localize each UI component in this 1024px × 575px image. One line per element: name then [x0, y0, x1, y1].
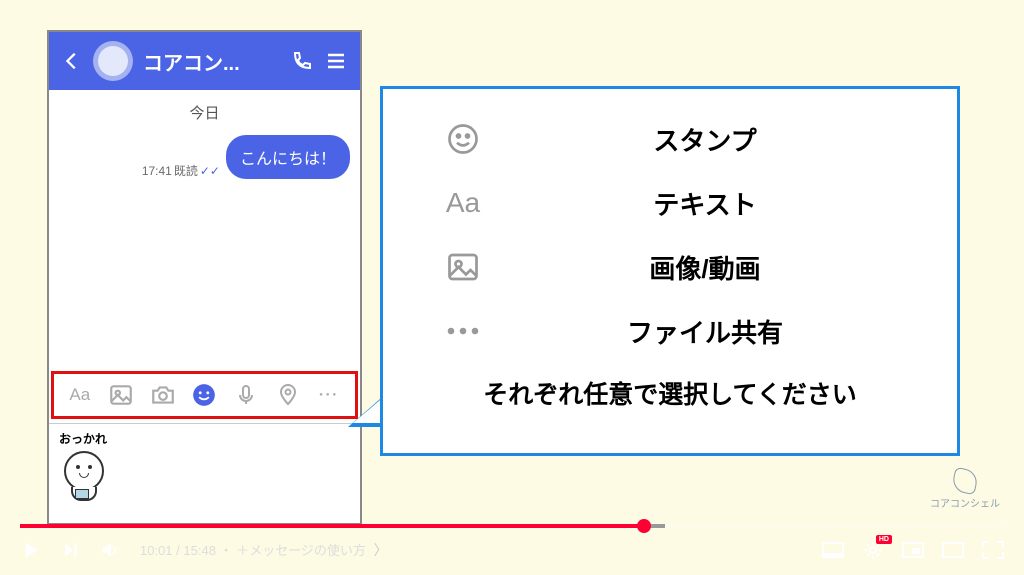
legend-row-stamp: スタンプ: [443, 119, 937, 159]
callout-instruction: それぞれ任意で選択してください: [403, 375, 937, 411]
miniplayer-button[interactable]: [902, 539, 924, 561]
progress-played: [20, 524, 644, 528]
menu-icon[interactable]: [324, 49, 348, 73]
sticker-panel: おっかれ: [49, 423, 360, 523]
legend-row-text: Aa テキスト: [443, 183, 937, 223]
hd-badge: HD: [876, 535, 892, 544]
chat-header: コアコン...: [49, 32, 360, 90]
message-meta: 17:41 既読 ✓✓: [142, 162, 220, 179]
call-icon[interactable]: [290, 49, 314, 73]
more-dots-icon: [443, 311, 483, 351]
volume-button[interactable]: [100, 539, 122, 561]
progress-bar[interactable]: [20, 524, 1004, 528]
legend-label: ファイル共有: [627, 318, 783, 348]
legend-row-image: 画像/動画: [443, 247, 937, 287]
phone-mockup: コアコン... 今日 17:41 既読 ✓✓ こんにちは！ Aa: [47, 30, 362, 525]
settings-button[interactable]: HD: [862, 539, 884, 561]
avatar[interactable]: [93, 41, 133, 81]
fullscreen-button[interactable]: [982, 539, 1004, 561]
aa-icon: Aa: [443, 183, 483, 223]
image-icon: [443, 247, 483, 287]
chevron-right-icon[interactable]: 〉: [374, 542, 388, 558]
date-label: 今日: [59, 102, 350, 123]
subtitles-button[interactable]: [822, 539, 844, 561]
contact-name: コアコン...: [143, 47, 280, 76]
play-button[interactable]: [20, 539, 42, 561]
back-arrow-icon[interactable]: [61, 50, 83, 72]
message-bubble: こんにちは！: [226, 135, 350, 179]
next-button[interactable]: [60, 539, 82, 561]
smile-icon: [443, 119, 483, 159]
callout-box: スタンプ Aa テキスト 画像/動画 ファイル共有 それぞれ任意で選択してくださ…: [380, 86, 960, 456]
read-check-icon: ✓✓: [200, 164, 220, 178]
sticker-caption: おっかれ: [59, 430, 350, 447]
legend-label: 画像/動画: [649, 254, 760, 284]
sticker-character[interactable]: [59, 451, 109, 501]
theater-button[interactable]: [942, 539, 964, 561]
chat-area: 今日 17:41 既読 ✓✓ こんにちは！ Aa: [49, 90, 360, 523]
time-display: 10:01 / 15:48 ・ ＋メッセージの使い方 〉: [140, 540, 388, 560]
message-row: 17:41 既読 ✓✓ こんにちは！: [59, 135, 350, 179]
video-controls: 10:01 / 15:48 ・ ＋メッセージの使い方 〉 HD: [0, 530, 1024, 570]
toolbar-highlight: [51, 371, 358, 419]
brand-logo: コアコンシェル: [930, 469, 1000, 510]
legend-row-file: ファイル共有: [443, 311, 937, 351]
legend-label: テキスト: [653, 190, 756, 220]
legend-label: スタンプ: [653, 126, 756, 156]
